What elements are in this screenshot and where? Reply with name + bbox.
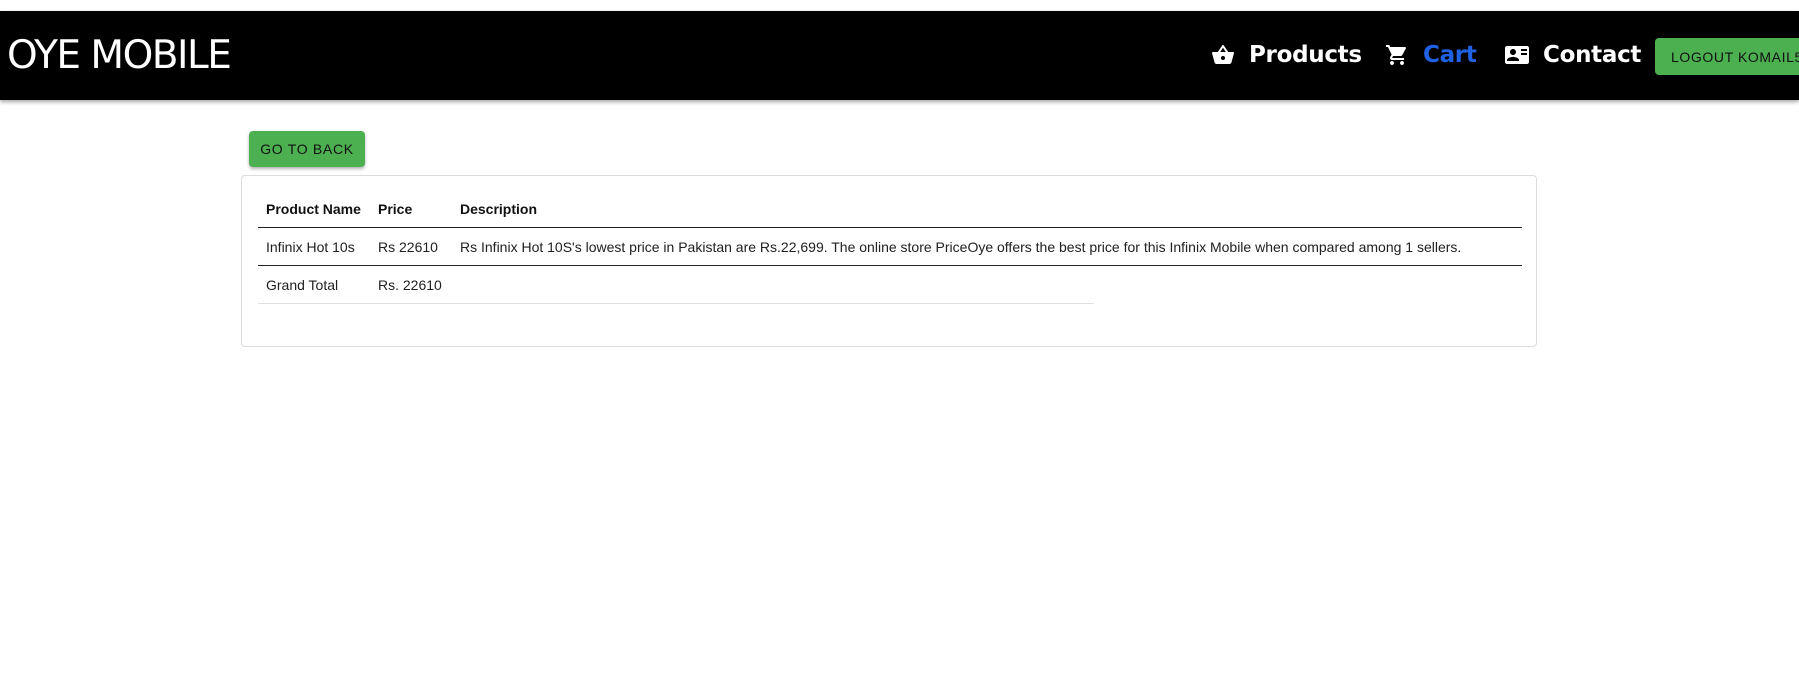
contact-card-icon [1505, 46, 1529, 64]
grand-total-label: Grand Total [266, 277, 339, 293]
nav-products-label: Products [1249, 42, 1362, 68]
brand-logo[interactable]: OYE MOBILE [7, 36, 232, 75]
nav-contact-link[interactable]: Contact [1505, 39, 1641, 71]
product-name-cell: Infinix Hot 10s [266, 239, 355, 255]
column-header-price: Price [378, 201, 413, 217]
product-price-cell: Rs 22610 [378, 239, 438, 255]
total-divider [258, 303, 1094, 304]
top-navbar: OYE MOBILE Products Cart Contact LOGOUT … [0, 11, 1799, 100]
logout-button[interactable]: LOGOUT KOMAIL55 [1655, 38, 1799, 75]
column-header-description: Description [460, 201, 538, 217]
basket-icon [1212, 44, 1234, 64]
go-back-button[interactable]: GO TO BACK [249, 131, 365, 167]
nav-contact-label: Contact [1543, 42, 1642, 68]
cart-table: Product Name Price Description Infinix H… [258, 190, 1522, 304]
nav-cart-link[interactable]: Cart [1385, 39, 1477, 71]
table-header-row: Product Name Price Description [258, 190, 1522, 228]
nav-cart-label: Cart [1423, 42, 1477, 68]
grand-total-value: Rs. 22610 [378, 277, 442, 293]
nav-products-link[interactable]: Products [1211, 39, 1362, 71]
table-row: Infinix Hot 10s Rs 22610 Rs Infinix Hot … [258, 228, 1522, 266]
cart-card: Product Name Price Description Infinix H… [241, 175, 1537, 347]
product-description-cell: Rs Infinix Hot 10S's lowest price in Pak… [460, 239, 1462, 255]
grand-total-row: Grand Total Rs. 22610 [258, 266, 1522, 304]
cart-icon [1386, 45, 1407, 65]
column-header-product-name: Product Name [266, 201, 361, 217]
